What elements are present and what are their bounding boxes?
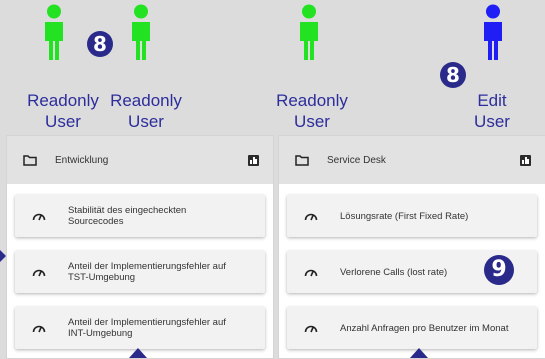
user-label: Readonly User [110, 91, 182, 131]
card-label: Anzahl Anfragen pro Benutzer im Monat [340, 322, 509, 334]
panel-title: Entwicklung [55, 154, 109, 166]
person-icon [484, 4, 502, 60]
readonly-user-3: Readonly User [267, 0, 357, 132]
gauge-icon [32, 269, 46, 277]
card-label: Anteil der Implementierungsfehler auf IN… [68, 317, 226, 339]
card-label: Lösungsrate (First Fixed Rate) [340, 210, 469, 222]
gauge-icon [304, 269, 318, 277]
folder-icon [23, 154, 37, 166]
panel-service-desk: Service Desk Lösungsrate (First Fixed Ra… [278, 135, 545, 359]
user-label: Edit User [474, 91, 510, 131]
kpi-card[interactable]: Lösungsrate (First Fixed Rate) [287, 195, 537, 237]
panel-header[interactable]: Entwicklung [7, 136, 273, 184]
kpi-card[interactable]: Anteil der Implementierungsfehler auf IN… [15, 307, 265, 349]
folder-icon [295, 154, 309, 166]
kpi-card[interactable]: Anteil der Implementierungsfehler auf TS… [15, 251, 265, 293]
panel-header[interactable]: Service Desk [279, 136, 545, 184]
user-label: Readonly User [276, 91, 348, 131]
gauge-icon [32, 213, 46, 221]
readonly-user-2: Readonly User [101, 0, 191, 132]
person-icon [132, 4, 150, 60]
card-label: Anteil der Implementierungsfehler auf TS… [68, 261, 226, 283]
card-label: Stabilität des eingecheckten Sourcecodes [68, 205, 187, 227]
gauge-icon [304, 213, 318, 221]
bar-chart-icon[interactable] [248, 154, 259, 166]
person-icon [300, 4, 318, 60]
person-icon [45, 4, 63, 60]
readonly-user-1: Readonly User [18, 0, 108, 132]
edit-user: Edit User [447, 0, 537, 132]
kpi-card[interactable]: Anzahl Anfragen pro Benutzer im Monat [287, 307, 537, 349]
kpi-card[interactable]: Stabilität des eingecheckten Sourcecodes [15, 195, 265, 237]
panel-title: Service Desk [327, 154, 386, 166]
user-label: Readonly User [27, 91, 99, 131]
card-label: Verlorene Calls (lost rate) [340, 266, 448, 278]
gauge-icon [304, 325, 318, 333]
badge-count-card: 9 [484, 255, 514, 285]
panel-entwicklung: Entwicklung Stabilität des eingecheckten… [6, 135, 274, 359]
gauge-icon [32, 325, 46, 333]
pointer-up-icon [410, 348, 428, 358]
bar-chart-icon[interactable] [520, 154, 531, 166]
pointer-up-icon [129, 348, 147, 358]
